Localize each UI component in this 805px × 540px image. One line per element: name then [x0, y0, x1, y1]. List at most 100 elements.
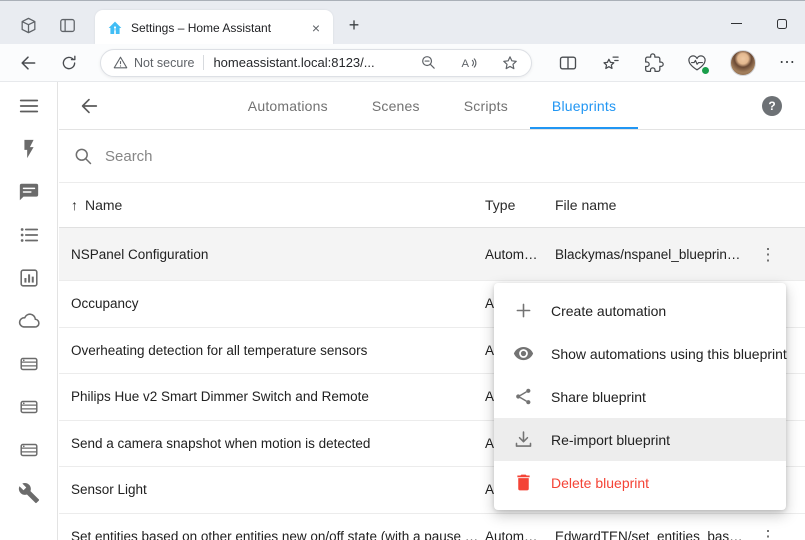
browser-toolbar: Not secure homeassistant.local:8123/... … [0, 44, 805, 82]
browser-essentials-icon[interactable] [687, 53, 707, 73]
favorites-icon[interactable] [601, 53, 621, 73]
browser-tab[interactable]: Settings – Home Assistant × [95, 10, 333, 45]
favorite-star-icon[interactable] [501, 54, 519, 72]
row-name: Send a camera snapshot when motion is de… [59, 436, 485, 451]
chart-icon [18, 267, 40, 289]
tab-blueprints[interactable]: Blueprints [530, 82, 638, 129]
essentials-status-dot [701, 66, 710, 75]
zoom-out-icon[interactable] [420, 54, 437, 71]
security-label: Not secure [134, 56, 194, 70]
row-type: Autom… [485, 247, 555, 262]
extensions-icon[interactable] [644, 53, 664, 73]
column-header-name[interactable]: ↑ Name [59, 197, 485, 213]
profile-avatar[interactable] [730, 50, 756, 76]
tab-title: Settings – Home Assistant [131, 21, 301, 35]
sidebar-item-logbook[interactable] [17, 223, 41, 247]
menu-item-label: Show automations using this blueprint [551, 346, 787, 362]
maximize-icon [777, 19, 787, 29]
new-tab-button[interactable]: + [343, 14, 365, 36]
menu-item-label: Create automation [551, 303, 666, 319]
server-icon [18, 439, 40, 461]
row-overflow-menu-button[interactable]: ⋮ [756, 244, 781, 265]
plus-icon [512, 300, 534, 322]
eye-icon [512, 343, 534, 365]
menu-item-create-automation[interactable]: Create automation [494, 289, 786, 332]
minimize-icon [731, 23, 742, 25]
browser-titlebar: Settings – Home Assistant × + [0, 0, 805, 44]
refresh-button[interactable] [57, 51, 81, 75]
search-input[interactable] [105, 148, 505, 165]
ha-sidebar [0, 82, 58, 540]
table-header: ↑ Name Type File name [59, 183, 805, 228]
server-icon [18, 353, 40, 375]
read-aloud-icon[interactable]: A [460, 54, 478, 72]
share-icon [512, 386, 534, 408]
table-row[interactable]: NSPanel Configuration Autom… Blackymas/n… [59, 228, 805, 281]
row-file: Blackymas/nspanel_blueprin… [555, 247, 745, 262]
column-name-label: Name [85, 197, 122, 213]
ha-tab-bar: Automations Scenes Scripts Blueprints [59, 82, 805, 129]
sidebar-item-developer-tools[interactable] [17, 481, 41, 505]
blueprint-context-menu: Create automation Show automations using… [494, 283, 786, 510]
address-divider [203, 55, 204, 70]
url-text: homeassistant.local:8123/... [213, 55, 412, 70]
window-controls [713, 2, 805, 45]
workspaces-icon[interactable] [18, 15, 38, 35]
menu-item-label: Share blueprint [551, 389, 646, 405]
row-file: EdwardTEN/set_entities_bas… [555, 529, 745, 540]
tab-close-icon[interactable]: × [307, 19, 325, 37]
warning-icon [113, 55, 128, 70]
address-bar[interactable]: Not secure homeassistant.local:8123/... … [100, 49, 532, 77]
server-icon [18, 396, 40, 418]
address-actions: A [420, 54, 519, 72]
sidebar-item-cloud[interactable] [17, 309, 41, 333]
bolt-icon [18, 138, 40, 160]
menu-item-delete-blueprint[interactable]: Delete blueprint [494, 461, 786, 504]
list-icon [18, 224, 40, 246]
tab-automations[interactable]: Automations [226, 82, 350, 129]
menu-item-label: Re-import blueprint [551, 432, 670, 448]
cloud-icon [18, 310, 40, 332]
vertical-tabs-icon[interactable] [57, 15, 77, 35]
menu-item-show-automations[interactable]: Show automations using this blueprint [494, 332, 786, 375]
menu-item-reimport-blueprint[interactable]: Re-import blueprint [494, 418, 786, 461]
sidebar-item-server-3[interactable] [17, 438, 41, 462]
minimize-button[interactable] [713, 2, 759, 45]
column-header-file[interactable]: File name [555, 197, 745, 213]
menu-item-share-blueprint[interactable]: Share blueprint [494, 375, 786, 418]
maximize-button[interactable] [759, 2, 805, 45]
tab-scripts[interactable]: Scripts [442, 82, 530, 129]
download-icon [512, 429, 534, 451]
browser-menu-button[interactable]: ⋯ [779, 55, 795, 71]
row-name: Philips Hue v2 Smart Dimmer Switch and R… [59, 389, 485, 404]
site-security-chip[interactable]: Not secure [113, 55, 194, 70]
row-name: Overheating detection for all temperatur… [59, 343, 485, 358]
sidebar-item-energy[interactable] [17, 137, 41, 161]
search-row [59, 130, 805, 183]
search-icon [73, 146, 93, 166]
row-type: Autom… [485, 529, 555, 540]
sidebar-menu-icon[interactable] [17, 94, 41, 118]
screen: { "browser": { "tab_title": "Settings – … [0, 0, 805, 540]
back-button[interactable] [16, 51, 40, 75]
row-name: Occupancy [59, 296, 485, 311]
row-name: Sensor Light [59, 482, 485, 497]
sidebar-item-assist[interactable] [17, 180, 41, 204]
svg-text:A: A [462, 57, 470, 69]
wrench-icon [18, 482, 40, 504]
ha-header: Automations Scenes Scripts Blueprints ? [59, 82, 805, 130]
sidebar-item-server-2[interactable] [17, 395, 41, 419]
help-button[interactable]: ? [762, 96, 782, 116]
sidebar-item-history[interactable] [17, 266, 41, 290]
tab-scenes[interactable]: Scenes [350, 82, 442, 129]
sidebar-item-server-1[interactable] [17, 352, 41, 376]
menu-item-label: Delete blueprint [551, 475, 649, 491]
sort-ascending-icon: ↑ [71, 197, 78, 213]
row-overflow-menu-button[interactable]: ⋮ [756, 526, 781, 540]
trash-icon [512, 472, 534, 494]
row-name: NSPanel Configuration [59, 247, 485, 262]
split-screen-icon[interactable] [558, 53, 578, 73]
column-header-type[interactable]: Type [485, 197, 555, 213]
table-row[interactable]: Set entities based on other entities new… [59, 514, 805, 540]
row-name: Set entities based on other entities new… [59, 529, 485, 540]
